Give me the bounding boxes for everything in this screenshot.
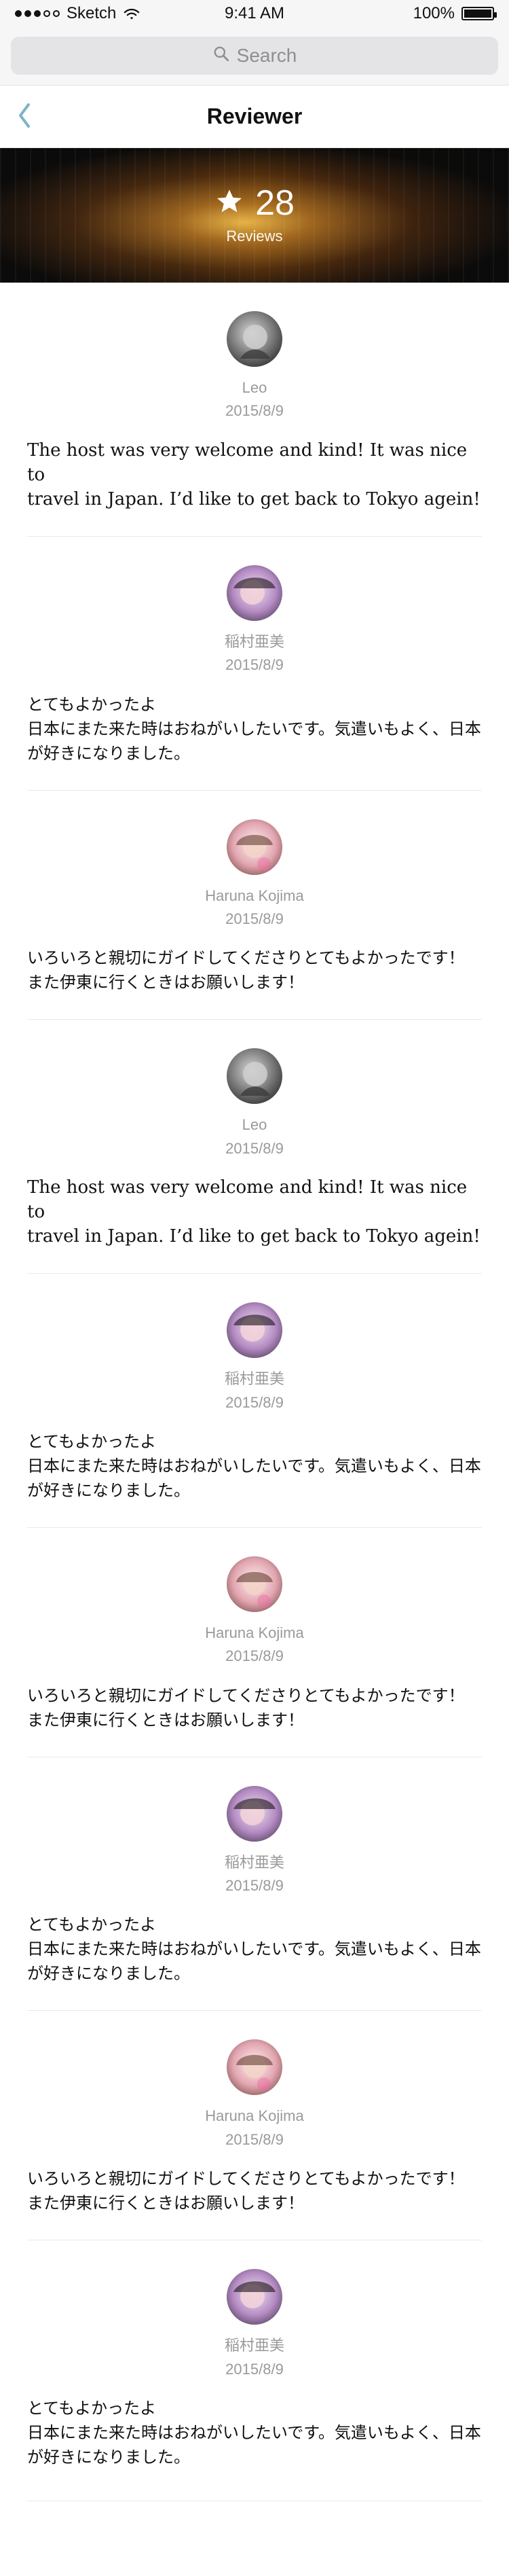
review-header: Leo 2015/8/9	[27, 311, 482, 421]
reviewer-name: Haruna Kojima	[205, 887, 304, 904]
reviewer-name: Leo	[242, 1116, 267, 1134]
review-text: いろいろと親切にガイドしてくださりとてもよかったです！ また伊東に行くときはお願…	[27, 2169, 465, 2213]
review-text: The host was very welcome and kind! It w…	[27, 440, 480, 509]
navigation-bar: Reviewer	[0, 86, 509, 148]
review-date: 2015/8/9	[225, 1647, 284, 1665]
reviews-list: Leo 2015/8/9 The host was very welcome a…	[0, 283, 509, 2502]
review-header: 稲村亜美 2015/8/9	[27, 565, 482, 675]
reviewer-name: 稲村亜美	[224, 1853, 284, 1871]
review-item: 稲村亜美 2015/8/9 とてもよかったよ 日本にまた来た時はおねがいしたいで…	[27, 2240, 482, 2502]
review-header: Haruna Kojima 2015/8/9	[27, 2039, 482, 2149]
search-input[interactable]: Search	[11, 37, 498, 75]
status-bar: Sketch 9:41 AM 100%	[0, 0, 509, 27]
page-title: Reviewer	[206, 104, 303, 128]
review-date: 2015/8/9	[225, 1877, 284, 1895]
star-icon	[214, 187, 244, 219]
review-header: Leo 2015/8/9	[27, 1048, 482, 1158]
battery-fill	[464, 10, 491, 18]
review-header: Haruna Kojima 2015/8/9	[27, 1556, 482, 1666]
back-button[interactable]	[10, 99, 39, 135]
signal-dot	[24, 10, 31, 17]
reviewer-name: 稲村亜美	[224, 632, 284, 650]
review-item: Haruna Kojima 2015/8/9 いろいろと親切にガイドしてくださり…	[27, 1528, 482, 1757]
status-left: Sketch	[15, 4, 140, 23]
signal-dot	[34, 10, 41, 17]
review-date: 2015/8/9	[225, 910, 284, 927]
rating-label: Reviews	[226, 228, 283, 245]
reviewer-name: Leo	[242, 379, 267, 396]
avatar[interactable]	[227, 565, 282, 621]
avatar[interactable]	[227, 1048, 282, 1105]
avatar[interactable]	[227, 2039, 282, 2096]
review-header: 稲村亜美 2015/8/9	[27, 2269, 482, 2378]
review-text: とてもよかったよ 日本にまた来た時はおねがいしたいです。気遣いもよく、日本 が好…	[27, 2399, 481, 2467]
chevron-left-icon	[16, 102, 33, 132]
signal-dot	[43, 10, 50, 17]
review-date: 2015/8/9	[225, 402, 284, 420]
review-text: いろいろと親切にガイドしてくださりとてもよかったです！ また伊東に行くときはお願…	[27, 948, 465, 992]
review-date: 2015/8/9	[225, 2130, 284, 2148]
avatar[interactable]	[227, 1785, 282, 1842]
avatar[interactable]	[227, 1302, 282, 1359]
avatar[interactable]	[227, 819, 282, 875]
search-icon	[212, 45, 230, 67]
review-item: 稲村亜美 2015/8/9 とてもよかったよ 日本にまた来た時はおねがいしたいで…	[27, 1757, 482, 2011]
reviewer-name: 稲村亜美	[224, 1370, 284, 1388]
avatar[interactable]	[227, 2269, 282, 2325]
hero-content: 28 Reviews	[0, 148, 509, 283]
reviewer-name: 稲村亜美	[224, 2337, 284, 2355]
review-text: いろいろと親切にガイドしてくださりとてもよかったです！ また伊東に行くときはお願…	[27, 1685, 465, 1730]
search-placeholder: Search	[236, 45, 297, 66]
review-item: 稲村亜美 2015/8/9 とてもよかったよ 日本にまた来た時はおねがいしたいで…	[27, 537, 482, 791]
rating-hero: 28 Reviews	[0, 148, 509, 283]
review-date: 2015/8/9	[225, 2360, 284, 2378]
battery-nub	[494, 12, 497, 18]
signal-dot	[53, 10, 60, 17]
battery-percent: 100%	[413, 4, 455, 22]
reviewer-name: Haruna Kojima	[205, 1624, 304, 1641]
signal-dot	[15, 10, 22, 17]
reviewer-name: Haruna Kojima	[205, 2107, 304, 2125]
signal-icon	[15, 10, 60, 17]
review-header: 稲村亜美 2015/8/9	[27, 1785, 482, 1895]
rating-row: 28	[214, 185, 295, 221]
review-text: とてもよかったよ 日本にまた来た時はおねがいしたいです。気遣いもよく、日本 が好…	[27, 1431, 481, 1500]
review-header: 稲村亜美 2015/8/9	[27, 1302, 482, 1412]
avatar[interactable]	[227, 311, 282, 367]
review-item: Haruna Kojima 2015/8/9 いろいろと親切にガイドしてくださり…	[27, 2011, 482, 2241]
review-item: Leo 2015/8/9 The host was very welcome a…	[27, 1020, 482, 1274]
carrier-label: Sketch	[67, 4, 117, 22]
wifi-icon	[123, 7, 140, 20]
review-text: とてもよかったよ 日本にまた来た時はおねがいしたいです。気遣いもよく、日本 が好…	[27, 1915, 481, 1984]
rating-value: 28	[255, 183, 295, 223]
review-date: 2015/8/9	[225, 1139, 284, 1157]
review-item: 稲村亜美 2015/8/9 とてもよかったよ 日本にまた来た時はおねがいしたいで…	[27, 1274, 482, 1528]
review-header: Haruna Kojima 2015/8/9	[27, 819, 482, 929]
status-right: 100%	[413, 4, 497, 23]
search-bar-container: Search	[0, 27, 509, 86]
review-date: 2015/8/9	[225, 656, 284, 674]
review-date: 2015/8/9	[225, 1393, 284, 1411]
review-text: とてもよかったよ 日本にまた来た時はおねがいしたいです。気遣いもよく、日本 が好…	[27, 694, 481, 763]
battery-icon	[461, 7, 497, 20]
avatar[interactable]	[227, 1556, 282, 1612]
review-item: Haruna Kojima 2015/8/9 いろいろと親切にガイドしてくださり…	[27, 791, 482, 1020]
review-text: The host was very welcome and kind! It w…	[27, 1177, 480, 1247]
review-item: Leo 2015/8/9 The host was very welcome a…	[27, 283, 482, 537]
